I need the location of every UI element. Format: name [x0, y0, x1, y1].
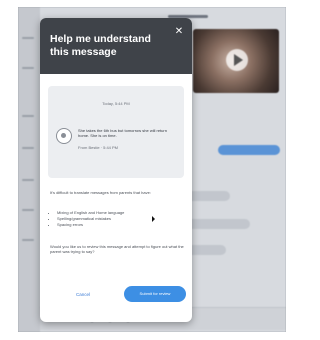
submit-for-review-button[interactable]: Submit for review	[124, 286, 186, 302]
cancel-button[interactable]: Cancel	[76, 292, 90, 297]
close-icon[interactable]: ✕	[174, 27, 184, 37]
mouse-cursor-icon	[152, 216, 155, 222]
conversation-item[interactable]	[22, 147, 34, 149]
conversation-item[interactable]	[22, 179, 34, 181]
conversation-item[interactable]	[22, 115, 34, 117]
message-preview-card: Today, 5:44 PM She takes the 6th bus but…	[48, 86, 184, 178]
question-text: Would you like us to review this message…	[50, 244, 184, 254]
conversation-item[interactable]	[22, 239, 34, 241]
preview-message-meta: From Bestie · 5:44 PM	[78, 145, 119, 150]
translation-help-dialog: Help me understand this message ✕ Today,…	[40, 18, 192, 322]
play-icon[interactable]	[226, 49, 248, 71]
preview-timestamp: Today, 5:44 PM	[102, 101, 130, 106]
explanation-text: It's difficult to translate messages fro…	[50, 190, 151, 195]
conversation-item[interactable]	[22, 209, 34, 211]
dialog-title: Help me understand this message	[50, 33, 151, 58]
screenshot-frame: Help me understand this message ✕ Today,…	[18, 7, 286, 332]
dialog-header: Help me understand this message ✕	[40, 18, 192, 74]
reasons-list: Mixing of English and Home language Spel…	[50, 210, 124, 228]
preview-message-text: She takes the 6th bus but tomorrow she w…	[78, 128, 167, 138]
outgoing-message-bubble[interactable]	[218, 145, 280, 155]
conversation-item[interactable]	[22, 67, 34, 69]
message-icon	[56, 128, 72, 144]
conversation-list	[18, 7, 40, 332]
reason-item: Spacing errors	[57, 222, 124, 228]
conversation-item[interactable]	[22, 37, 34, 39]
